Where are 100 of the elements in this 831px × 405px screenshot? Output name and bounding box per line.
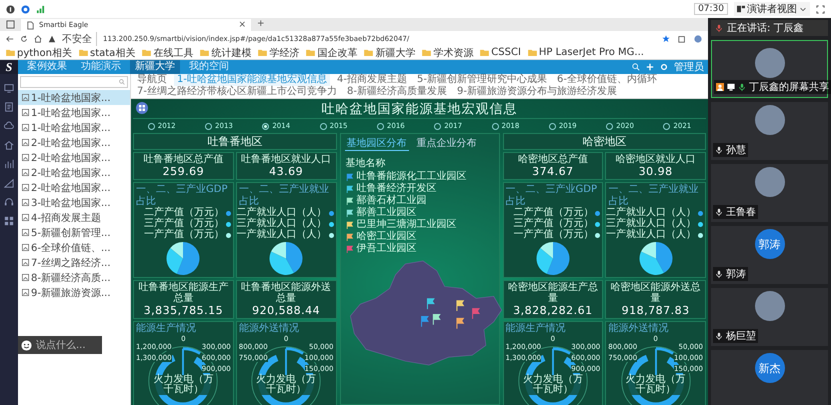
bookmark[interactable]: HP LaserJet Pro MG... — [528, 47, 644, 58]
stat-value: 918,787.83 — [622, 304, 690, 317]
plus-icon[interactable] — [646, 63, 654, 71]
caret-icon — [799, 5, 807, 13]
report-list-item[interactable]: 6-全球价值链、... — [18, 240, 130, 255]
report-list-item[interactable]: 8-新疆经济高质... — [18, 270, 130, 285]
participant-tile[interactable]: 郭涛 郭涛 — [711, 226, 828, 284]
profile-icon[interactable] — [694, 34, 702, 42]
nav-tab[interactable]: 新疆大学 — [130, 60, 180, 74]
legend-item: 二产就业人口（人） — [606, 208, 703, 218]
report-list-item[interactable]: 1-吐哈盆地国家... — [18, 90, 130, 105]
bookmark[interactable]: 统计建模 — [200, 46, 252, 59]
fullscreen-icon[interactable] — [816, 4, 825, 14]
avatar: 郭涛 — [754, 229, 784, 259]
image-icon — [22, 199, 29, 206]
report-list-item[interactable]: 2-吐哈盆地国家... — [18, 150, 130, 165]
bookmark[interactable]: python相关 — [6, 46, 72, 59]
page-tab[interactable]: 7-丝绸之路经济带核心区新疆上市公司竞争力 — [134, 86, 340, 98]
search-icon[interactable] — [632, 63, 640, 71]
window-icon[interactable] — [6, 20, 15, 29]
cloud-icon[interactable] — [4, 121, 14, 131]
legend-item: 一产就业人口（人） — [236, 230, 334, 240]
new-tab-button[interactable]: + — [257, 20, 265, 29]
presenter-view-button[interactable]: 演讲者视图 — [734, 2, 810, 16]
page-tab[interactable]: 5-新疆创新管理研究中心成果 — [414, 74, 550, 86]
report-list-item[interactable]: 7-丝绸之路经济... — [18, 255, 130, 270]
bookmark[interactable]: 新疆大学 — [364, 46, 416, 59]
reload-icon[interactable] — [20, 34, 28, 42]
page-tab[interactable]: 8-新疆经济高质量发展 — [344, 86, 450, 98]
region-header: 吐鲁番地区 — [133, 133, 336, 150]
stat-value: 3,828,282.61 — [513, 304, 593, 317]
layout-icon — [737, 5, 745, 13]
legend-item: 二产产值（万元） — [144, 208, 231, 218]
search-field[interactable] — [20, 76, 128, 88]
bookmark[interactable]: 国企改革 — [306, 46, 358, 59]
legend-item: 鄯善石材工业园 — [356, 195, 426, 206]
folder-icon — [528, 49, 537, 56]
home-icon[interactable] — [34, 34, 42, 42]
report-list-item[interactable]: 4-招商发展主题 — [18, 210, 130, 225]
participant-tile[interactable]: 丁辰鑫的屏幕共享 — [711, 40, 828, 98]
avatar-placeholder — [754, 167, 784, 197]
legend-item: 一产产值（万元） — [513, 230, 600, 240]
bookmark[interactable]: stata相关 — [78, 46, 136, 59]
report-list-item[interactable]: 2-吐哈盆地国家... — [18, 135, 130, 150]
record-icon[interactable] — [6, 4, 15, 14]
bookmark[interactable]: CSSCI — [480, 47, 521, 58]
gauge-label: 火力发电（万千瓦时） — [153, 375, 214, 395]
participant-name: 孙慧 — [726, 144, 746, 157]
house-icon[interactable] — [4, 140, 14, 150]
bookmark[interactable]: 学经济 — [258, 46, 300, 59]
report-list-item[interactable]: 1-吐哈盆地国家... — [18, 120, 130, 135]
microphone-icon — [715, 146, 723, 154]
headset-icon[interactable] — [4, 197, 14, 207]
avatar: 新杰 — [754, 353, 784, 383]
user-menu[interactable]: 管理员 — [674, 60, 704, 74]
tab-close-button[interactable]: × — [238, 20, 246, 30]
back-icon[interactable] — [6, 34, 14, 42]
page-tab[interactable]: 9-新疆旅游资源分布与旅游经济发展 — [454, 86, 620, 98]
stat-value: 30.98 — [638, 165, 673, 178]
page-tab[interactable]: 导航页 — [134, 74, 170, 86]
report-list-item[interactable]: 9-新疆旅游资源... — [18, 285, 130, 300]
chart-title: 能源外送情况 — [238, 323, 300, 335]
chart-title: 一、二、三产业GDP占比 — [136, 184, 228, 207]
report-list-item[interactable]: 2-吐哈盆地国家... — [18, 180, 130, 195]
page-tab[interactable]: 4-招商发展主题 — [334, 74, 410, 86]
image-icon — [22, 229, 29, 236]
participant-tile[interactable]: 王鲁春 — [711, 164, 828, 222]
triangle-icon[interactable] — [4, 178, 14, 188]
report-list-item[interactable]: 3-吐哈盆地国家... — [18, 195, 130, 210]
bookmark[interactable]: 在线工具 — [142, 46, 194, 59]
document-icon[interactable] — [4, 102, 14, 112]
participant-tile[interactable]: 孙慧 — [711, 102, 828, 160]
report-list-item[interactable]: 5-新疆创新管理... — [18, 225, 130, 240]
chat-input[interactable]: 说点什么... — [18, 336, 102, 354]
participant-tile[interactable]: 新杰 — [711, 350, 828, 405]
image-icon — [22, 124, 29, 131]
stat-label: 哈密地区能源生产总量 — [506, 282, 599, 304]
bookmark[interactable]: 学术资源 — [422, 46, 474, 59]
participant-tile[interactable]: 杨巨堃 — [711, 288, 828, 346]
stat-value: 374.67 — [532, 165, 574, 178]
report-list-item[interactable]: 2-吐哈盆地国家... — [18, 165, 130, 180]
image-icon — [22, 274, 29, 281]
monitor-icon[interactable] — [4, 83, 14, 93]
star-icon[interactable] — [662, 34, 670, 42]
grid-icon[interactable] — [4, 216, 14, 226]
stat-label: 哈密地区总产值 — [518, 154, 588, 165]
gauge-label: 火力发电（万千瓦时） — [522, 375, 584, 395]
page-tab[interactable]: 6-全球价值链、内循环 — [554, 74, 660, 86]
chart-icon[interactable] — [4, 159, 14, 169]
region-header: 哈密地区 — [502, 133, 706, 150]
report-list-item[interactable]: 1-吐哈盆地国家... — [18, 105, 130, 120]
grid-icon[interactable] — [136, 102, 148, 114]
image-icon — [22, 259, 29, 266]
map-tab[interactable]: 基地园区分布 — [344, 136, 408, 151]
stat-value: 259.69 — [162, 165, 204, 178]
app-logo[interactable]: S — [0, 60, 18, 74]
folder-icon — [364, 49, 374, 56]
microphone-icon — [715, 24, 723, 32]
map-tab[interactable]: 重点企业分布 — [414, 136, 478, 151]
person-icon — [716, 83, 724, 91]
